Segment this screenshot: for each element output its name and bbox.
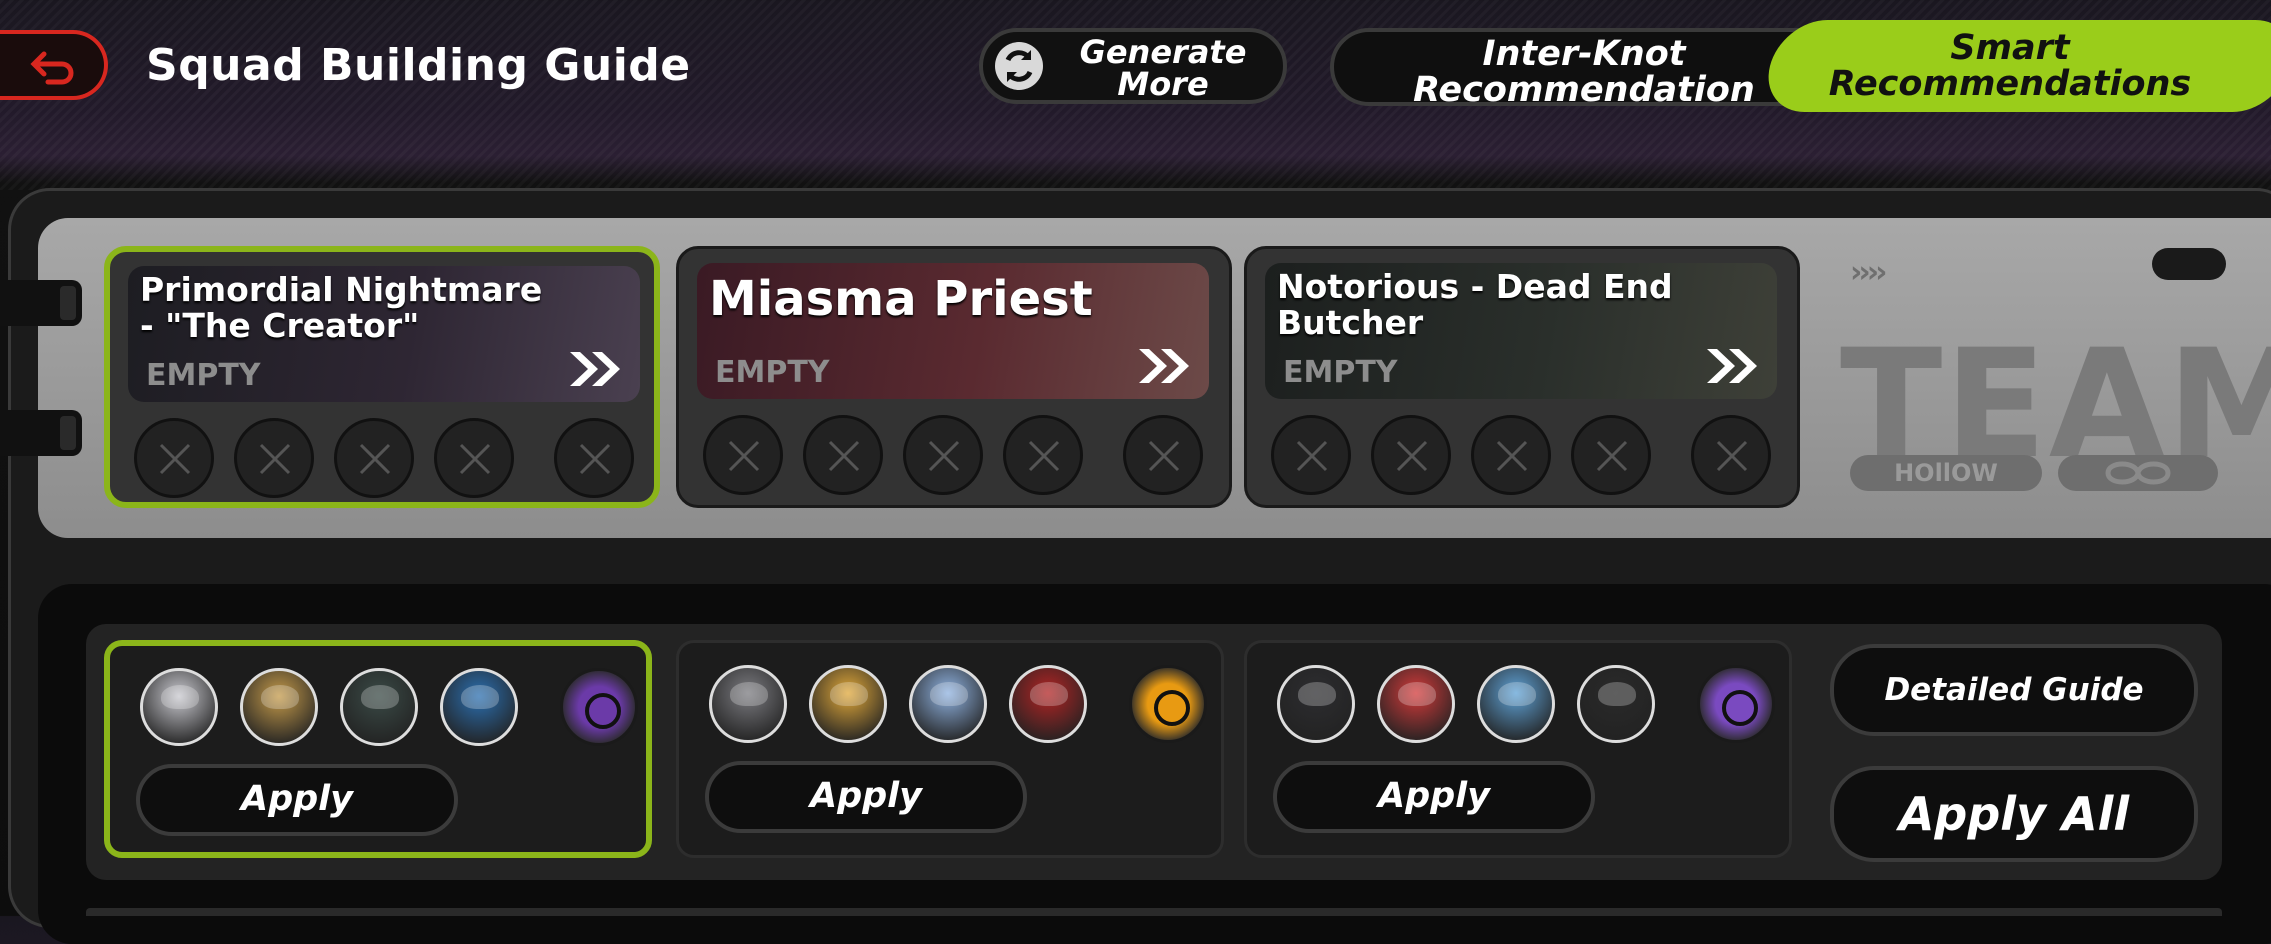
agent-slot-empty[interactable]	[1003, 415, 1083, 495]
boss-card[interactable]: Notorious - Dead End Butcher EMPTY	[1265, 263, 1777, 399]
x-icon	[928, 440, 960, 472]
recommendation-card[interactable]: Apply	[1244, 640, 1792, 858]
agent-avatar[interactable]	[440, 668, 518, 746]
infinity-tag	[2058, 455, 2218, 491]
apply-all-button[interactable]: Apply All	[1830, 766, 2198, 862]
back-button[interactable]	[0, 30, 108, 100]
bangboo-avatar[interactable]	[560, 668, 638, 746]
agent-avatar[interactable]	[1577, 665, 1655, 743]
x-icon	[1148, 440, 1180, 472]
agent-slot-empty[interactable]	[703, 415, 783, 495]
agent-avatar[interactable]	[709, 665, 787, 743]
x-icon	[459, 443, 491, 475]
boss-card[interactable]: Miasma Priest EMPTY	[697, 263, 1209, 399]
agent-avatar[interactable]	[1377, 665, 1455, 743]
agent-slot-empty[interactable]	[1571, 415, 1651, 495]
double-chevron-icon	[1139, 349, 1189, 383]
apply-button[interactable]: Apply	[1273, 761, 1595, 833]
clip-decoration	[0, 280, 82, 326]
agent-slot-empty[interactable]	[903, 415, 983, 495]
agent-slot-empty[interactable]	[1271, 415, 1351, 495]
x-icon	[1496, 440, 1528, 472]
generate-more-label: Generate More	[1079, 33, 1247, 103]
back-arrow-icon	[30, 51, 74, 85]
boss-status: EMPTY	[715, 355, 830, 390]
x-icon	[1296, 440, 1328, 472]
detailed-guide-button[interactable]: Detailed Guide	[1830, 644, 2198, 736]
arrows-decoration: ››››	[1850, 255, 1888, 290]
x-icon	[159, 443, 191, 475]
agent-slot-empty[interactable]	[334, 418, 414, 498]
bangboo-slot-empty[interactable]	[1123, 415, 1203, 495]
bottom-strip	[86, 908, 2222, 916]
x-icon	[1716, 440, 1748, 472]
hollow-tag: HOllOW	[1850, 455, 2042, 491]
x-icon	[259, 443, 291, 475]
x-icon	[359, 443, 391, 475]
agent-slot-empty[interactable]	[234, 418, 314, 498]
page-title: Squad Building Guide	[146, 40, 691, 91]
recommendation-card[interactable]: Apply	[676, 640, 1224, 858]
boss-name: Miasma Priest	[709, 271, 1093, 327]
x-icon	[579, 443, 611, 475]
indicator-pill	[2152, 248, 2226, 280]
agent-slot-empty[interactable]	[134, 418, 214, 498]
bangboo-avatar[interactable]	[1129, 665, 1207, 743]
agent-slot-empty[interactable]	[803, 415, 883, 495]
agent-avatar[interactable]	[140, 668, 218, 746]
tab-label: Inter-Knot Recommendation	[1413, 34, 1755, 110]
boss-slot[interactable]: Miasma Priest EMPTY	[676, 246, 1232, 508]
clip-decoration	[0, 410, 82, 456]
x-icon	[828, 440, 860, 472]
boss-slot[interactable]: Notorious - Dead End Butcher EMPTY	[1244, 246, 1800, 508]
agent-slot-empty[interactable]	[1471, 415, 1551, 495]
x-icon	[1396, 440, 1428, 472]
double-chevron-icon	[1707, 349, 1757, 383]
boss-slot[interactable]: Primordial Nightmare - "The Creator" EMP…	[104, 246, 660, 508]
apply-button[interactable]: Apply	[705, 761, 1027, 833]
bangboo-slot-empty[interactable]	[554, 418, 634, 498]
boss-card[interactable]: Primordial Nightmare - "The Creator" EMP…	[128, 266, 640, 402]
boss-name: Notorious - Dead End Butcher	[1277, 267, 1673, 342]
tab-label: Smart Recommendations	[1828, 28, 2192, 104]
refresh-icon	[995, 42, 1043, 90]
boss-status: EMPTY	[1283, 355, 1398, 390]
tab-smart-recommendations[interactable]: Smart Recommendations	[1758, 20, 2271, 112]
apply-button[interactable]: Apply	[136, 764, 458, 836]
agent-avatar[interactable]	[1477, 665, 1555, 743]
bangboo-avatar[interactable]	[1697, 665, 1775, 743]
agent-avatar[interactable]	[809, 665, 887, 743]
infinity-icon	[2105, 461, 2171, 485]
boss-name: Primordial Nightmare - "The Creator"	[140, 270, 543, 345]
agent-avatar[interactable]	[1009, 665, 1087, 743]
bangboo-slot-empty[interactable]	[1691, 415, 1771, 495]
agent-slot-empty[interactable]	[434, 418, 514, 498]
agent-avatar[interactable]	[240, 668, 318, 746]
agent-slot-empty[interactable]	[1371, 415, 1451, 495]
tab-bar: Inter-Knot Recommendation Smart Recommen…	[1330, 20, 2271, 112]
agent-avatar[interactable]	[909, 665, 987, 743]
double-chevron-icon	[570, 352, 620, 386]
x-icon	[728, 440, 760, 472]
agent-avatar[interactable]	[1277, 665, 1355, 743]
agent-avatar[interactable]	[340, 668, 418, 746]
recommendation-card[interactable]: Apply	[104, 640, 652, 858]
x-icon	[1596, 440, 1628, 472]
generate-more-button[interactable]: Generate More	[979, 28, 1287, 104]
x-icon	[1028, 440, 1060, 472]
boss-status: EMPTY	[146, 358, 261, 393]
